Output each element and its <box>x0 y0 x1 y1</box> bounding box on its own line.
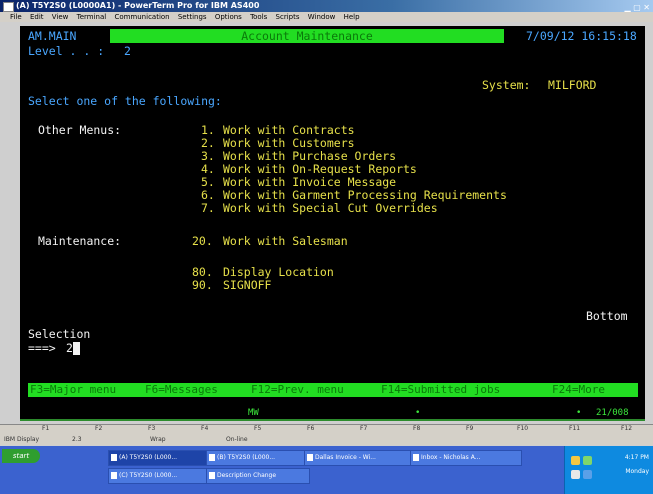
window-icon <box>209 454 215 461</box>
terminal-status-line: MW • • 21/008 <box>20 406 645 421</box>
menu-option-num: 2. <box>201 136 215 150</box>
app-icon <box>3 2 14 12</box>
menu-help[interactable]: Help <box>344 13 360 21</box>
level-value: 2 <box>124 44 131 58</box>
taskbar-button[interactable]: (B) T5Y2S0 (L000... <box>206 450 310 466</box>
menu-option-invoice-message[interactable]: Work with Invoice Message <box>223 175 396 189</box>
ruler-key[interactable]: F12 <box>621 425 632 432</box>
menu-option-salesman[interactable]: Work with Salesman <box>223 234 348 248</box>
terminal-screen[interactable]: AM.MAIN Account Maintenance 7/09/12 16:1… <box>20 26 645 421</box>
fkey-f14[interactable]: F14=Submitted jobs <box>381 383 500 397</box>
program-name: AM.MAIN <box>28 29 77 43</box>
menu-option-num: 3. <box>201 149 215 163</box>
ruler-key[interactable]: F10 <box>517 425 528 432</box>
status-wrap: Wrap <box>150 436 166 443</box>
clock[interactable]: 4:17 PM <box>625 454 649 461</box>
menu-option-num: 20. <box>192 234 213 248</box>
menu-option-special-cut-overrides[interactable]: Work with Special Cut Overrides <box>223 201 438 215</box>
taskbar-button[interactable]: Inbox - Nicholas A... <box>410 450 522 466</box>
tray-icon[interactable] <box>571 456 580 465</box>
ruler-key[interactable]: F8 <box>413 425 420 432</box>
menubar: File Edit View Terminal Communication Se… <box>0 12 653 22</box>
mail-icon <box>413 454 419 461</box>
system-label: System: <box>482 78 531 92</box>
menu-option-customers[interactable]: Work with Customers <box>223 136 355 150</box>
menu-option-contracts[interactable]: Work with Contracts <box>223 123 355 137</box>
system-tray: 4:17 PM Monday <box>564 446 653 494</box>
ruler-key[interactable]: F2 <box>95 425 102 432</box>
tray-icon[interactable] <box>583 470 592 479</box>
menu-option-num: 7. <box>201 201 215 215</box>
taskbar-button[interactable]: (C) T5Y2S0 (L000... <box>108 468 212 484</box>
window-icon <box>111 472 117 479</box>
menu-option-num: 80. <box>192 265 213 279</box>
status-display: IBM Display <box>4 436 40 443</box>
menu-option-signoff[interactable]: SIGNOFF <box>223 278 271 292</box>
selection-input[interactable]: 2 <box>66 341 80 355</box>
window-icon <box>111 454 117 461</box>
menu-view[interactable]: View <box>52 13 69 21</box>
menu-option-num: 1. <box>201 123 215 137</box>
menu-scripts[interactable]: Scripts <box>276 13 300 21</box>
menu-option-num: 90. <box>192 278 213 292</box>
taskbar-button[interactable]: Dallas Invoice - Wi... <box>304 450 416 466</box>
menu-option-garment-processing[interactable]: Work with Garment Processing Requirement… <box>223 188 507 202</box>
window-title: (A) T5Y2S0 (L0000A1) - PowerTerm Pro for… <box>16 1 260 10</box>
ruler-key[interactable]: F3 <box>148 425 155 432</box>
ruler-key[interactable]: F9 <box>466 425 473 432</box>
menu-edit[interactable]: Edit <box>30 13 44 21</box>
window-titlebar: (A) T5Y2S0 (L0000A1) - PowerTerm Pro for… <box>0 0 653 12</box>
system-value: MILFORD <box>548 78 597 92</box>
command-prompt: ===> <box>28 341 56 355</box>
ruler-key[interactable]: F11 <box>569 425 580 432</box>
selection-label: Selection <box>28 327 91 341</box>
function-key-ruler: F1 F2 F3 F4 F5 F6 F7 F8 F9 F10 F11 F12 <box>0 424 653 435</box>
selection-input-value: 2 <box>66 341 73 355</box>
menu-option-display-location[interactable]: Display Location <box>223 265 334 279</box>
clock-day: Monday <box>625 468 649 475</box>
menu-option-on-request-reports[interactable]: Work with On-Request Reports <box>223 162 417 176</box>
instruction-text: Select one of the following: <box>28 94 222 108</box>
fkey-f6[interactable]: F6=Messages <box>145 383 218 397</box>
menu-option-purchase-orders[interactable]: Work with Purchase Orders <box>223 149 396 163</box>
ruler-key[interactable]: F4 <box>201 425 208 432</box>
taskbar-button[interactable]: Description Change <box>206 468 310 484</box>
menu-terminal[interactable]: Terminal <box>77 13 107 21</box>
window-icon <box>209 472 215 479</box>
taskbar-button[interactable]: (A) T5Y2S0 (L000... <box>108 450 212 466</box>
other-menus-label: Other Menus: <box>38 123 122 137</box>
function-key-bar: F3=Major menu F6=Messages F12=Prev. menu… <box>28 383 638 397</box>
tray-icon[interactable] <box>583 456 592 465</box>
tray-icon[interactable] <box>571 470 580 479</box>
ruler-key[interactable]: F5 <box>254 425 261 432</box>
screen-datetime: 7/09/12 16:15:18 <box>526 29 637 43</box>
start-button[interactable]: start <box>2 449 40 463</box>
menu-options[interactable]: Options <box>215 13 242 21</box>
menu-option-num: 6. <box>201 188 215 202</box>
fkey-f12[interactable]: F12=Prev. menu <box>251 383 344 397</box>
screen-title: Account Maintenance <box>110 29 504 43</box>
menu-window[interactable]: Window <box>308 13 336 21</box>
ruler-key[interactable]: F1 <box>42 425 49 432</box>
ruler-key[interactable]: F6 <box>307 425 314 432</box>
emulator-statusbar: IBM Display 2.3 Wrap On-line <box>0 435 653 445</box>
taskbar: start (A) T5Y2S0 (L000... (B) T5Y2S0 (L0… <box>0 446 653 494</box>
fkey-f24[interactable]: F24=More <box>552 383 605 397</box>
menu-settings[interactable]: Settings <box>178 13 207 21</box>
menu-tools[interactable]: Tools <box>250 13 267 21</box>
browser-icon <box>307 454 313 461</box>
bottom-indicator: Bottom <box>586 309 628 323</box>
menu-option-num: 5. <box>201 175 215 189</box>
text-cursor <box>72 342 80 355</box>
status-session: 2.3 <box>72 436 82 443</box>
level-label: Level . . : <box>28 44 105 58</box>
ruler-key[interactable]: F7 <box>360 425 367 432</box>
menu-option-num: 4. <box>201 162 215 176</box>
status-underline <box>20 419 645 421</box>
menu-file[interactable]: File <box>10 13 22 21</box>
status-online: On-line <box>226 436 248 443</box>
menu-communication[interactable]: Communication <box>114 13 169 21</box>
fkey-f3[interactable]: F3=Major menu <box>30 383 116 397</box>
maintenance-label: Maintenance: <box>38 234 122 248</box>
